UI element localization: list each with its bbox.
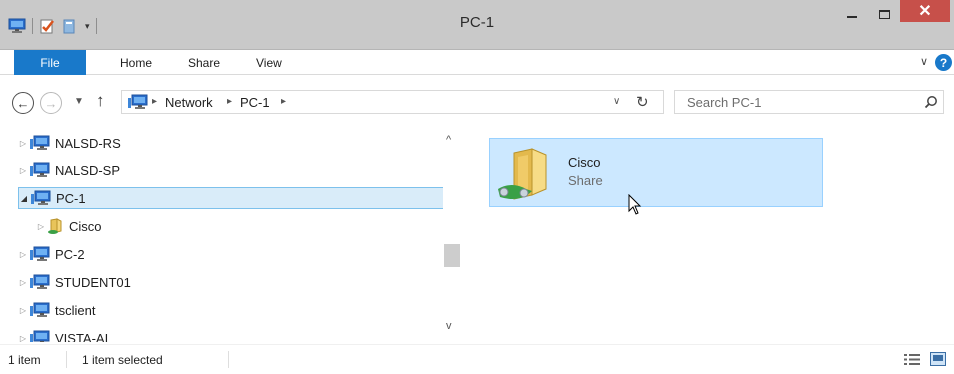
status-separator <box>228 351 229 368</box>
network-computer-icon <box>30 330 50 342</box>
forward-button[interactable]: → <box>40 92 62 114</box>
tree-item-student01[interactable]: ▷ STUDENT01 <box>18 271 444 293</box>
tree-item-vista-ai[interactable]: ▷ VISTA-AI <box>18 327 444 342</box>
tab-home[interactable]: Home <box>120 56 152 70</box>
tree-item-nalsd-rs[interactable]: ▷ NALSD-RS <box>18 132 444 154</box>
close-icon: ✕ <box>918 3 932 20</box>
scrollbar-thumb[interactable] <box>444 244 460 267</box>
search-box[interactable]: Search PC-1 <box>674 90 944 114</box>
network-computer-icon <box>31 190 51 206</box>
breadcrumb-network[interactable]: Network <box>165 95 213 110</box>
minimize-icon <box>847 16 857 18</box>
tree-item-label: NALSD-RS <box>55 135 121 151</box>
maximize-button[interactable] <box>870 0 898 28</box>
navigation-bar: ← → ▼ ↑ ▸ Network ▸ PC-1 ▸ ∨ ↻ Search PC… <box>0 76 954 128</box>
status-separator <box>66 351 67 368</box>
help-icon[interactable]: ? <box>935 54 952 71</box>
title-bar: ▾ PC-1 ✕ <box>0 0 954 50</box>
network-computer-icon <box>30 274 50 290</box>
recent-locations-icon[interactable]: ▼ <box>74 96 84 107</box>
close-button[interactable]: ✕ <box>900 0 950 22</box>
file-item-cisco[interactable]: Cisco Share <box>489 138 823 215</box>
collapse-icon[interactable]: ◢ <box>19 194 29 203</box>
expand-icon[interactable]: ▷ <box>18 306 28 315</box>
details-view-icon[interactable] <box>904 353 920 366</box>
tree-item-label: STUDENT01 <box>55 274 131 290</box>
shared-folder-icon <box>48 218 64 234</box>
large-icons-view-icon[interactable] <box>930 352 946 366</box>
breadcrumb-pc-1[interactable]: PC-1 <box>240 95 270 110</box>
maximize-icon <box>878 9 890 19</box>
network-computer-icon <box>30 162 50 178</box>
tree-item-nalsd-sp[interactable]: ▷ NALSD-SP <box>18 159 444 181</box>
selected-count: 1 item selected <box>82 353 163 367</box>
address-dropdown-icon[interactable]: ∨ <box>613 96 620 107</box>
breadcrumb-separator[interactable]: ▸ <box>227 96 232 107</box>
ribbon-tabs: File Home Share View ∨ ? <box>0 50 954 75</box>
nav-pane-scrollbar[interactable]: ^ v <box>443 128 460 342</box>
file-item-type: Share <box>568 173 603 188</box>
navigation-pane: ▷ NALSD-RS ▷ NALSD-SP ◢ PC-1 ▷ Cisco ▷ P… <box>0 128 470 342</box>
tree-item-tsclient[interactable]: ▷ tsclient <box>18 299 444 321</box>
back-button[interactable]: ← <box>12 92 34 114</box>
tree-item-label: tsclient <box>55 302 96 318</box>
expand-icon[interactable]: ▷ <box>18 334 28 343</box>
window-title: PC-1 <box>459 14 495 31</box>
tab-share[interactable]: Share <box>188 56 220 70</box>
status-bar: 1 item 1 item selected <box>0 344 954 374</box>
network-computer-icon <box>30 135 50 151</box>
expand-icon[interactable]: ▷ <box>18 166 28 175</box>
expand-ribbon-icon[interactable]: ∨ <box>920 55 928 68</box>
breadcrumb-separator[interactable]: ▸ <box>152 96 157 107</box>
tree-item-label: NALSD-SP <box>55 162 121 178</box>
tree-item-label: PC-2 <box>55 246 85 262</box>
scroll-down-icon[interactable]: v <box>446 320 452 332</box>
scroll-up-icon[interactable]: ^ <box>446 134 451 146</box>
network-computer-icon <box>30 302 50 318</box>
tree-item-pc-1[interactable]: ◢ PC-1 <box>18 187 444 209</box>
shared-folder-icon <box>498 148 547 200</box>
expand-icon[interactable]: ▷ <box>18 250 28 259</box>
tree-item-cisco[interactable]: ▷ Cisco <box>36 215 462 237</box>
tree-item-label: PC-1 <box>56 190 86 206</box>
search-icon[interactable] <box>924 95 938 109</box>
file-item-name: Cisco <box>568 155 601 170</box>
tree-item-label: VISTA-AI <box>55 330 109 343</box>
expand-icon[interactable]: ▷ <box>18 278 28 287</box>
address-bar[interactable]: ▸ Network ▸ PC-1 ▸ ∨ ↻ <box>121 90 664 114</box>
network-computer-icon <box>30 246 50 262</box>
minimize-button[interactable] <box>838 0 866 28</box>
tree-item-pc-2[interactable]: ▷ PC-2 <box>18 243 444 265</box>
search-input[interactable]: Search PC-1 <box>687 95 761 110</box>
network-computer-icon <box>128 94 148 110</box>
item-count: 1 item <box>8 353 41 367</box>
refresh-icon[interactable]: ↻ <box>636 93 649 111</box>
tab-file[interactable]: File <box>14 50 86 75</box>
breadcrumb-separator[interactable]: ▸ <box>281 96 286 107</box>
tree-item-label: Cisco <box>69 218 102 234</box>
expand-icon[interactable]: ▷ <box>36 222 46 231</box>
expand-icon[interactable]: ▷ <box>18 139 28 148</box>
file-list: Cisco Share <box>470 128 954 342</box>
mouse-cursor-icon <box>628 194 642 215</box>
up-button[interactable]: ↑ <box>96 91 105 111</box>
tab-view[interactable]: View <box>256 56 282 70</box>
